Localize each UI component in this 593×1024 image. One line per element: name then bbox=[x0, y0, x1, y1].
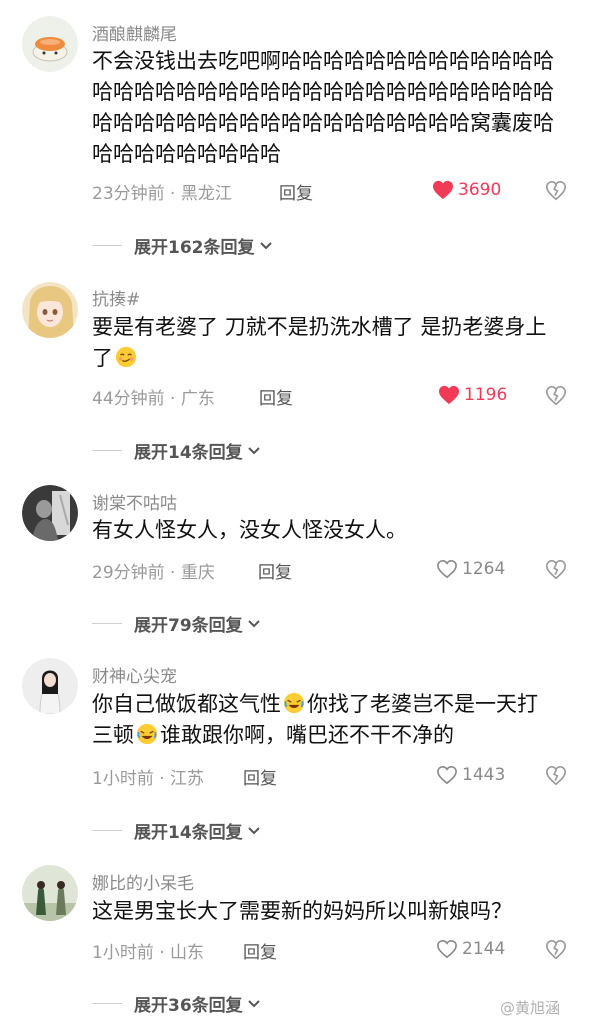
like-count: 1443 bbox=[462, 765, 506, 785]
expand-replies-button[interactable]: 展开36条回复 bbox=[92, 991, 261, 1016]
chevron-down-icon bbox=[247, 619, 260, 627]
divider bbox=[92, 623, 122, 624]
like-count: 1196 bbox=[464, 385, 508, 405]
like-button[interactable]: 1264 bbox=[436, 559, 505, 579]
timestamp-location: 1小时前 · 江苏 bbox=[92, 769, 205, 789]
expand-replies-label: 展开36条回复 bbox=[134, 996, 243, 1016]
avatar[interactable] bbox=[22, 865, 78, 921]
expand-replies-button[interactable]: 展开162条回复 bbox=[92, 233, 273, 258]
dislike-icon[interactable] bbox=[545, 559, 567, 581]
dislike-icon[interactable] bbox=[545, 180, 567, 202]
reply-button[interactable]: 回复 bbox=[258, 558, 292, 583]
username[interactable]: 谢棠不咕咕 bbox=[92, 489, 177, 514]
timestamp-location: 44分钟前 · 广东 bbox=[92, 389, 215, 409]
expand-replies-button[interactable]: 展开14条回复 bbox=[92, 818, 261, 843]
chevron-down-icon bbox=[247, 999, 260, 1007]
comment-text-part: 你自己做饭都这气性 bbox=[92, 692, 281, 716]
avatar[interactable] bbox=[22, 485, 78, 541]
like-count: 2144 bbox=[462, 939, 506, 959]
expand-replies-label: 展开14条回复 bbox=[134, 823, 243, 843]
heart-outline-icon bbox=[437, 765, 457, 785]
like-button[interactable]: 1196 bbox=[438, 385, 507, 405]
like-button[interactable]: 3690 bbox=[432, 180, 501, 200]
username[interactable]: 财神心尖宠 bbox=[92, 662, 177, 687]
divider bbox=[92, 1003, 122, 1004]
rofl-emoji-icon bbox=[136, 723, 158, 745]
dislike-icon[interactable] bbox=[545, 939, 567, 961]
chevron-down-icon bbox=[247, 826, 260, 834]
username[interactable]: 娜比的小呆毛 bbox=[92, 869, 194, 894]
reply-button[interactable]: 回复 bbox=[279, 179, 313, 204]
reply-button[interactable]: 回复 bbox=[259, 384, 293, 409]
comment-text-body: 要是有老婆了 刀就不是扔洗水槽了 是扔老婆身上了 bbox=[92, 315, 547, 370]
heart-outline-icon bbox=[437, 559, 457, 579]
expand-replies-label: 展开162条回复 bbox=[134, 238, 255, 258]
heart-outline-icon bbox=[437, 939, 457, 959]
divider bbox=[92, 450, 122, 451]
divider bbox=[92, 245, 122, 246]
dislike-icon[interactable] bbox=[545, 385, 567, 407]
heart-filled-icon bbox=[433, 180, 453, 200]
like-count: 3690 bbox=[458, 180, 502, 200]
heart-filled-icon bbox=[439, 385, 459, 405]
username[interactable]: 酒酿麒麟尾 bbox=[92, 20, 177, 45]
chevron-down-icon bbox=[247, 446, 260, 454]
reply-button[interactable]: 回复 bbox=[243, 938, 277, 963]
avatar[interactable] bbox=[22, 16, 78, 72]
dislike-icon[interactable] bbox=[545, 765, 567, 787]
expand-replies-label: 展开14条回复 bbox=[134, 443, 243, 463]
comment-text: 不会没钱出去吃吧啊哈哈哈哈哈哈哈哈哈哈哈哈哈哈哈哈哈哈哈哈哈哈哈哈哈哈哈哈哈哈哈… bbox=[92, 49, 554, 166]
comment-text: 要是有老婆了 刀就不是扔洗水槽了 是扔老婆身上了 bbox=[92, 312, 558, 374]
rofl-emoji-icon bbox=[283, 692, 305, 714]
like-button[interactable]: 2144 bbox=[436, 939, 505, 959]
avatar[interactable] bbox=[22, 282, 78, 338]
expand-replies-button[interactable]: 展开14条回复 bbox=[92, 438, 261, 463]
comment-text-part: 谁敢跟你啊，嘴巴还不干不净的 bbox=[160, 723, 454, 747]
expand-replies-button[interactable]: 展开79条回复 bbox=[92, 611, 261, 636]
expand-replies-label: 展开79条回复 bbox=[134, 616, 243, 636]
like-button[interactable]: 1443 bbox=[436, 765, 505, 785]
avatar[interactable] bbox=[22, 658, 78, 714]
watermark: @黄旭涵 bbox=[500, 999, 561, 1017]
chevron-down-icon bbox=[259, 241, 272, 249]
comment-text: 你自己做饭都这气性 你找了老婆岂不是一天打三顿 谁敢跟你啊，嘴巴还不干不净的 bbox=[92, 689, 558, 751]
blush-emoji-icon bbox=[115, 346, 137, 368]
comment-text: 有女人怪女人，没女人怪没女人。 bbox=[92, 518, 407, 542]
reply-button[interactable]: 回复 bbox=[243, 764, 277, 789]
divider bbox=[92, 830, 122, 831]
comment-text: 这是男宝长大了需要新的妈妈所以叫新娘吗？ bbox=[92, 899, 512, 923]
username[interactable]: 抗揍# bbox=[92, 285, 140, 310]
timestamp-location: 29分钟前 · 重庆 bbox=[92, 563, 215, 583]
timestamp-location: 23分钟前 · 黑龙江 bbox=[92, 184, 232, 204]
timestamp-location: 1小时前 · 山东 bbox=[92, 943, 205, 963]
like-count: 1264 bbox=[462, 559, 506, 579]
